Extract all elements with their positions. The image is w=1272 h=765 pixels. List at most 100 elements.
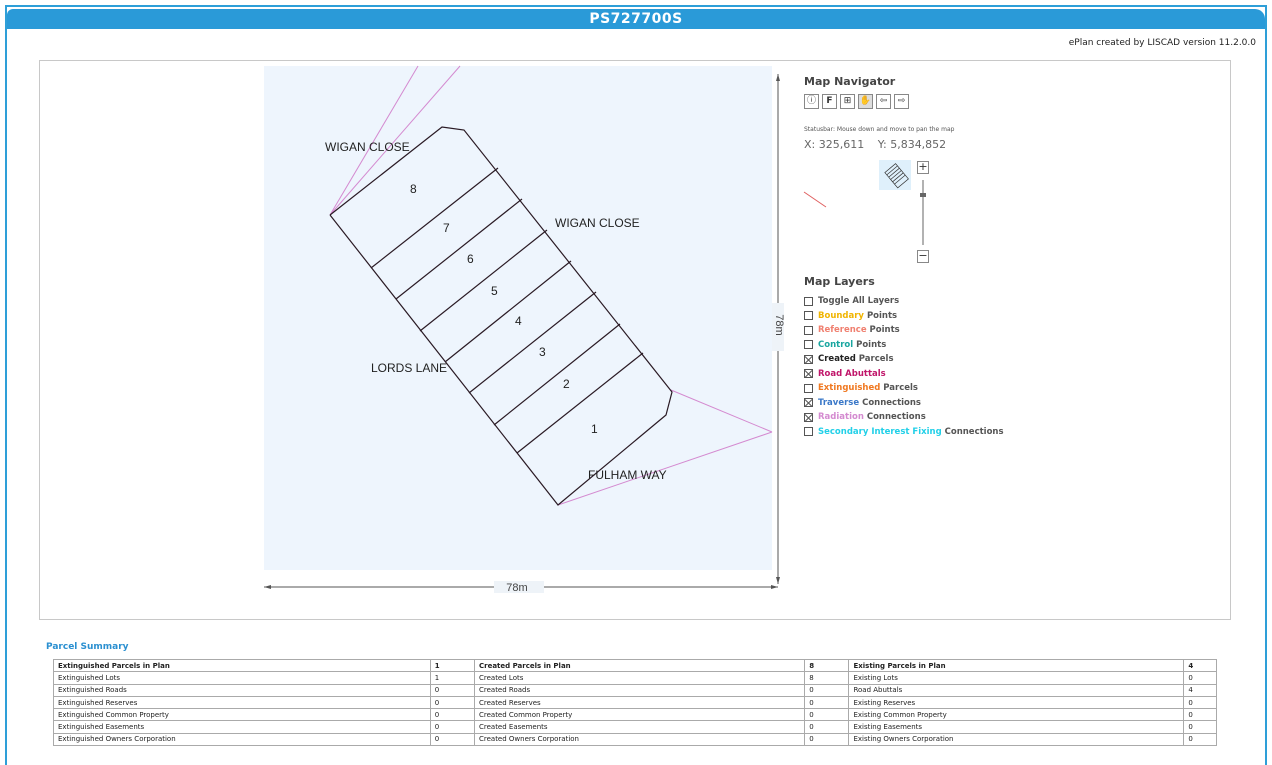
- table-row: Extinguished Lots 1 Created Lots 8 Existing …: [53, 671, 1217, 685]
- previous-extent-tool-icon[interactable]: ⇦: [876, 94, 891, 109]
- vertical-scale-bar: 78m: [772, 74, 785, 584]
- layer-checkbox[interactable]: [804, 325, 813, 335]
- layer-toggle[interactable]: Radiation Connections: [804, 410, 1004, 425]
- layer-checkbox[interactable]: [804, 383, 813, 393]
- layer-name: Toggle All Layers: [818, 296, 900, 307]
- layer-toggle[interactable]: Extinguished Parcels: [804, 381, 1004, 396]
- layer-name: Extinguished: [818, 383, 881, 394]
- layer-name: Radiation: [818, 412, 864, 423]
- table-cell: 0: [804, 708, 850, 722]
- layer-checkbox[interactable]: [804, 398, 813, 408]
- layer-checkbox[interactable]: [804, 311, 813, 321]
- layer-name: Reference: [818, 325, 867, 336]
- layer-toggle[interactable]: Reference Points: [804, 323, 1004, 338]
- table-cell: Extinguished Common Property: [53, 708, 431, 722]
- table-cell: 4: [1183, 683, 1217, 697]
- table-cell: 0: [429, 683, 475, 697]
- parcel-summary-table: Extinguished Parcels in Plan 1 Created Par…: [53, 658, 1217, 747]
- layer-list: Toggle All Layers Boundary Points Referenc…: [804, 294, 1004, 439]
- table-cell: Extinguished Roads: [53, 683, 431, 697]
- lot-label: 6: [467, 252, 474, 266]
- table-cell: 0: [804, 683, 850, 697]
- table-row: Extinguished Common Property 0 Created Com…: [53, 708, 1217, 722]
- table-cell: 0: [1183, 720, 1217, 734]
- zoom-slider-handle[interactable]: [920, 193, 926, 197]
- layer-toggle[interactable]: Boundary Points: [804, 309, 1004, 324]
- table-cell: Road Abuttals: [848, 683, 1185, 697]
- table-cell: Existing Parcels in Plan: [848, 658, 1185, 673]
- layer-type: Parcels: [880, 383, 918, 394]
- layer-name: Secondary Interest Fixing: [818, 426, 942, 437]
- layer-name: Boundary: [818, 310, 864, 321]
- layer-type: Parcels: [855, 354, 894, 365]
- scale-y-label: 78m: [773, 314, 785, 335]
- table-cell: Existing Reserves: [848, 695, 1185, 710]
- layer-checkbox[interactable]: [804, 427, 813, 437]
- table-cell: Created Parcels in Plan: [473, 658, 806, 673]
- table-cell: Created Easements: [473, 720, 806, 734]
- road-label-wigan-close-2: WIGAN CLOSE: [555, 216, 640, 230]
- table-cell: 0: [1183, 695, 1217, 710]
- navigator-toolbar: ⓘ F ⊞ ✋ ⇦ ⇨: [804, 94, 1064, 109]
- table-cell: 0: [1183, 732, 1217, 747]
- layer-type: Points: [853, 339, 887, 350]
- layer-checkbox[interactable]: [804, 412, 813, 422]
- layer-checkbox[interactable]: [804, 296, 813, 306]
- layer-toggle[interactable]: Toggle All Layers: [804, 294, 1004, 309]
- table-cell: Created Lots: [473, 671, 806, 685]
- layer-name: Road Abuttals: [818, 368, 886, 379]
- table-cell: 0: [1183, 708, 1217, 722]
- layer-checkbox[interactable]: [804, 369, 813, 379]
- layer-checkbox[interactable]: [804, 340, 813, 350]
- table-row: Extinguished Parcels in Plan 1 Created Par…: [53, 658, 1217, 673]
- plan-map[interactable]: WIGAN CLOSE WIGAN CLOSE LORDS LANE FULHA…: [0, 0, 1272, 640]
- table-cell: 0: [429, 708, 475, 722]
- layer-toggle[interactable]: Road Abuttals: [804, 367, 1004, 382]
- table-cell: 1: [429, 671, 475, 685]
- overview-map[interactable]: [803, 160, 926, 245]
- layer-toggle[interactable]: Control Points: [804, 338, 1004, 353]
- table-cell: Extinguished Easements: [53, 720, 431, 734]
- table-cell: 0: [429, 695, 475, 710]
- road-label-lords-lane: LORDS LANE: [371, 361, 447, 375]
- table-cell: Existing Lots: [848, 671, 1185, 685]
- map-layers-title: Map Layers: [804, 275, 875, 288]
- table-cell: Created Reserves: [473, 695, 806, 710]
- lot-label: 4: [515, 314, 522, 328]
- table-cell: 0: [804, 695, 850, 710]
- table-cell: 8: [804, 658, 850, 673]
- layer-checkbox[interactable]: [804, 354, 813, 364]
- table-row: Extinguished Roads 0 Created Roads 0 Road Ab…: [53, 683, 1217, 697]
- y-coordinate: Y: 5,834,852: [877, 138, 947, 151]
- table-cell: Extinguished Parcels in Plan: [53, 658, 431, 673]
- info-tool-icon[interactable]: ⓘ: [804, 94, 819, 109]
- table-cell: Extinguished Owners Corporation: [53, 732, 431, 747]
- road-label-wigan-close-1: WIGAN CLOSE: [325, 140, 410, 154]
- layer-toggle[interactable]: Secondary Interest Fixing Connections: [804, 425, 1004, 440]
- zoom-box-tool-icon[interactable]: ⊞: [840, 94, 855, 109]
- table-cell: Existing Owners Corporation: [848, 732, 1185, 747]
- table-cell: 0: [804, 720, 850, 734]
- layer-name: Traverse: [818, 397, 860, 408]
- table-row: Extinguished Owners Corporation 0 Created …: [53, 732, 1217, 747]
- table-row: Extinguished Reserves 0 Created Reserves 0 E…: [53, 695, 1217, 710]
- scale-x-label: 78m: [506, 582, 527, 594]
- full-extent-tool-icon[interactable]: F: [822, 94, 837, 109]
- zoom-out-button[interactable]: −: [917, 250, 929, 263]
- zoom-in-button[interactable]: +: [917, 161, 929, 174]
- layer-toggle[interactable]: Created Parcels: [804, 352, 1004, 367]
- table-cell: 0: [804, 732, 850, 747]
- road-label-fulham-way: FULHAM WAY: [588, 468, 667, 482]
- table-cell: Created Roads: [473, 683, 806, 697]
- table-cell: 0: [429, 720, 475, 734]
- pan-hand-tool-icon[interactable]: ✋: [858, 94, 873, 109]
- table-row: Extinguished Easements 0 Created Easements…: [53, 720, 1217, 734]
- map-navigator-title: Map Navigator: [804, 75, 896, 88]
- table-cell: Existing Easements: [848, 720, 1185, 734]
- layer-type: Connections: [859, 397, 921, 408]
- map-layers-panel: Map Layers Toggle All Layers Boundary Poi…: [804, 275, 1004, 439]
- table-cell: 0: [1183, 671, 1217, 685]
- table-cell: 0: [429, 732, 475, 747]
- next-extent-tool-icon[interactable]: ⇨: [894, 94, 909, 109]
- layer-toggle[interactable]: Traverse Connections: [804, 396, 1004, 411]
